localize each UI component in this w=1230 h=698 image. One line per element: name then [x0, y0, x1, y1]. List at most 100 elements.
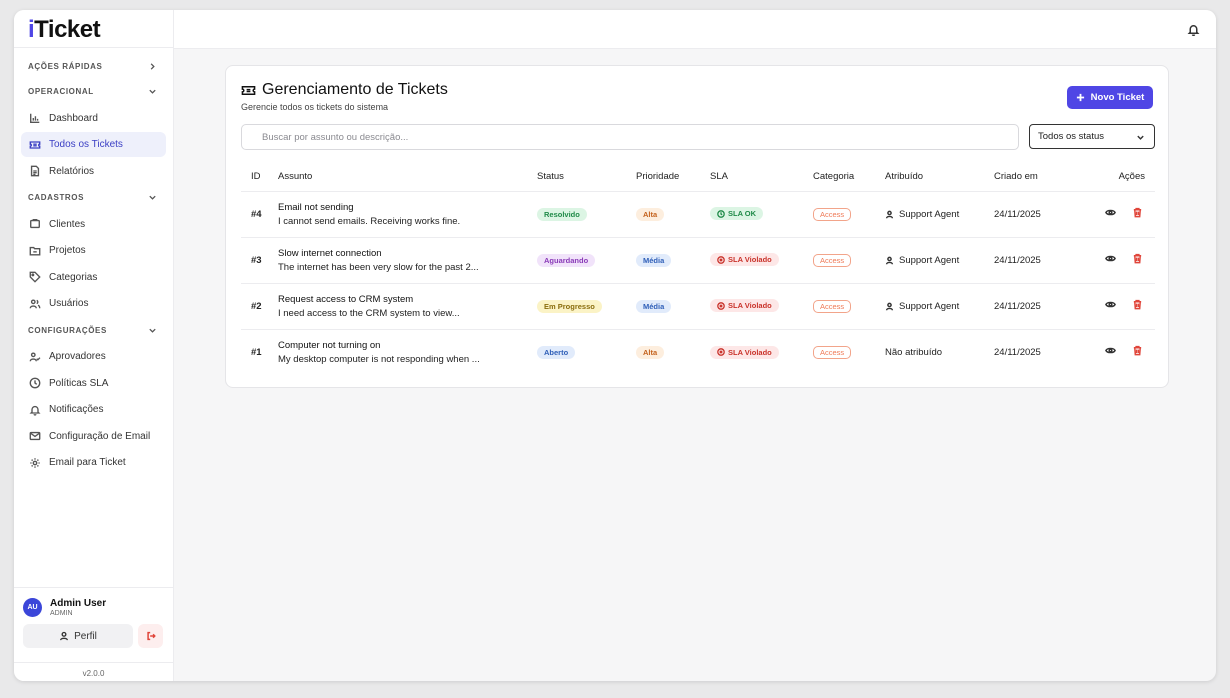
sidebar-item-notificacoes[interactable]: Notificações: [21, 397, 166, 422]
sidebar-item-email-para-ticket[interactable]: Email para Ticket: [21, 450, 166, 475]
table-row[interactable]: #4 Email not sending I cannot send emails.…: [241, 191, 1155, 238]
new-ticket-button[interactable]: Novo Ticket: [1067, 86, 1153, 109]
delete-button[interactable]: [1132, 253, 1143, 267]
sla-label: SLA OK: [728, 209, 757, 219]
x-circle-icon: [717, 255, 725, 264]
sla-cell: SLA Violado: [710, 237, 813, 284]
created-date: 24/11/2025: [994, 191, 1082, 238]
sidebar-item-dashboard[interactable]: Dashboard: [21, 106, 166, 131]
section-cadastros[interactable]: CADASTROS: [14, 185, 173, 210]
page-title-text: Gerenciamento de Tickets: [262, 81, 448, 98]
sidebar-item-configuracao-de-email[interactable]: Configuração de Email: [21, 424, 166, 449]
trash-icon: [1133, 207, 1142, 218]
assigned-name: Não atribuído: [885, 346, 943, 358]
main-content: Gerenciamento de Tickets Gerencie todos …: [174, 10, 1216, 681]
sidebar-item-politicas-sla[interactable]: Políticas SLA: [21, 371, 166, 396]
column-header-id: ID: [241, 163, 278, 192]
priority-cell: Alta: [636, 191, 710, 238]
delete-button[interactable]: [1132, 345, 1143, 359]
sidebar-item-relatorios[interactable]: Relatórios: [21, 159, 166, 184]
sidebar-item-usuarios[interactable]: Usuários: [21, 291, 166, 316]
priority-cell: Média: [636, 283, 710, 330]
column-header-status: Status: [537, 163, 636, 192]
section-configuracoes[interactable]: CONFIGURAÇÕES: [14, 318, 173, 343]
page-subtitle: Gerencie todos os tickets do sistema: [241, 102, 389, 112]
logout-button[interactable]: [138, 624, 163, 648]
sidebar-item-label: Email para Ticket: [49, 457, 126, 468]
version-label: v2.0.0: [14, 662, 173, 678]
user-icon: [885, 210, 894, 218]
ticket-subject-cell: Request access to CRM system I need acces…: [278, 283, 537, 330]
ticket-id: #2: [241, 283, 278, 330]
column-header-atribuido: Atribuído: [885, 163, 994, 192]
assigned-cell: Support Agent: [885, 191, 994, 238]
category-badge: Access: [813, 207, 852, 221]
sla-label: SLA Violado: [728, 301, 772, 311]
ticket-id: #3: [241, 237, 278, 284]
sidebar-item-todos-os-tickets[interactable]: Todos os Tickets: [21, 132, 166, 157]
view-button[interactable]: [1105, 253, 1116, 267]
ticket-title: Slow internet connection: [278, 247, 382, 259]
sidebar-item-categorias[interactable]: Categorias: [21, 265, 166, 290]
user-icon: [885, 302, 894, 310]
section-operacional[interactable]: OPERACIONAL: [14, 79, 173, 104]
sidebar-item-label: Dashboard: [49, 112, 98, 124]
view-button[interactable]: [1105, 207, 1116, 221]
priority-badge: Alta: [636, 345, 665, 359]
status-cell: Em Progresso: [537, 283, 636, 330]
sidebar-item-label: Configuração de Email: [49, 430, 151, 442]
sidebar-footer: AU Admin User ADMIN Perfil v2.0.0: [14, 587, 173, 681]
category-cell: Access: [813, 191, 885, 238]
file-text-icon: [30, 165, 40, 177]
column-header-acoes: Ações: [1082, 163, 1155, 192]
assigned-name: Support Agent: [899, 254, 960, 266]
priority-cell: Média: [636, 237, 710, 284]
chevron-right-icon: [150, 63, 155, 70]
bar-chart-icon: [30, 113, 40, 123]
table-row[interactable]: #3 Slow internet connection The internet h…: [241, 237, 1155, 284]
sidebar-item-aprovadores[interactable]: Aprovadores: [21, 344, 166, 369]
assigned-name: Support Agent: [899, 208, 960, 220]
sidebar-item-label: Políticas SLA: [49, 377, 109, 389]
sidebar-item-clientes[interactable]: Clientes: [21, 212, 166, 237]
status-filter-select[interactable]: Todos os status: [1029, 124, 1155, 149]
column-header-categoria: Categoria: [813, 163, 885, 192]
ticket-icon: [241, 85, 256, 95]
user-icon: [885, 256, 894, 264]
view-button[interactable]: [1105, 345, 1116, 359]
chevron-down-icon: [149, 89, 156, 94]
priority-badge: Alta: [636, 207, 665, 221]
sidebar-item-label: Projetos: [49, 245, 86, 256]
briefcase-icon: [30, 219, 40, 229]
status-badge: Aguardando: [537, 253, 596, 267]
logout-icon: [146, 631, 156, 641]
ticket-title: Computer not turning on: [278, 339, 381, 351]
sla-cell: SLA OK: [710, 191, 813, 238]
app-logo[interactable]: iTicket: [14, 10, 173, 48]
section-label: CONFIGURAÇÕES: [28, 325, 107, 335]
ticket-description: I cannot send emails. Receiving works fi…: [278, 215, 461, 227]
assigned-cell: Support Agent: [885, 237, 994, 284]
category-cell: Access: [813, 283, 885, 330]
folder-icon: [29, 246, 41, 256]
trash-icon: [1133, 299, 1142, 310]
delete-button[interactable]: [1132, 207, 1143, 221]
table-row[interactable]: #2 Request access to CRM system I need acc…: [241, 283, 1155, 330]
profile-button[interactable]: Perfil: [23, 624, 133, 648]
assigned-cell: Support Agent: [885, 283, 994, 330]
tickets-table: ID Assunto Status Prioridade SLA Categoria Atr…: [241, 163, 1155, 375]
sla-label: SLA Violado: [728, 347, 772, 357]
notifications-button[interactable]: [1187, 23, 1200, 37]
settings-icon: [30, 457, 40, 468]
user-role: ADMIN: [50, 610, 73, 617]
ticket-description: My desktop computer is not responding wh…: [278, 353, 480, 365]
delete-button[interactable]: [1132, 299, 1143, 313]
table-row[interactable]: #1 Computer not turning on My desktop comp…: [241, 329, 1155, 375]
search-input[interactable]: [241, 124, 1019, 150]
ticket-icon: [29, 140, 41, 149]
sidebar-item-projetos[interactable]: Projetos: [21, 238, 166, 263]
section-quick-actions[interactable]: AÇÕES RÁPIDAS: [14, 54, 173, 79]
status-cell: Aberto: [537, 329, 636, 375]
sla-cell: SLA Violado: [710, 329, 813, 375]
view-button[interactable]: [1105, 299, 1116, 313]
